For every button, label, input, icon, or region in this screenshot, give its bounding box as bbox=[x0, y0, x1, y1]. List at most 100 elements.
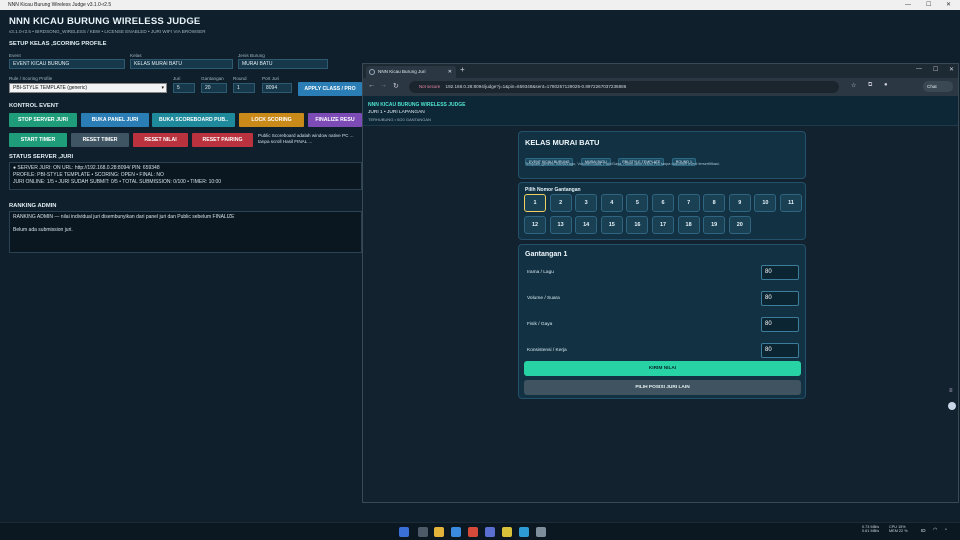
scoring-card: Gantangan 1 Irama / Lagu 80 Volume / Suara… bbox=[518, 244, 806, 399]
minimize-button[interactable]: — bbox=[905, 0, 911, 10]
round-input[interactable]: 1 bbox=[233, 83, 255, 93]
gantangan-number-18[interactable]: 18 bbox=[677, 216, 700, 234]
kontrol-heading: KONTROL EVENT bbox=[9, 103, 59, 109]
reset-timer-button[interactable]: RESET TIMER bbox=[71, 133, 129, 147]
lang-indicator[interactable]: ID bbox=[921, 528, 926, 533]
gantangan-number-3[interactable]: 3 bbox=[575, 194, 598, 212]
rule-select-value: PBI-STYLE TEMPLATE (generic) bbox=[13, 85, 88, 91]
gantangan-number-2[interactable]: 2 bbox=[549, 194, 572, 212]
chat-label: Chat bbox=[927, 84, 937, 89]
taskview-icon[interactable] bbox=[418, 527, 428, 537]
setup-heading: SETUP KELAS ,SCORING PROFILE bbox=[9, 41, 107, 47]
assistant-icon[interactable] bbox=[948, 402, 956, 410]
gantangan-number-6[interactable]: 6 bbox=[652, 194, 674, 212]
back-icon[interactable]: ← bbox=[368, 82, 375, 89]
profile-icon[interactable]: ● bbox=[884, 82, 888, 88]
store-icon[interactable] bbox=[485, 527, 495, 537]
status-line-server: ● SERVER JURI: ON URL: http://192.168.0.… bbox=[13, 165, 160, 171]
round-label: Round bbox=[233, 76, 247, 81]
reload-icon[interactable]: ↻ bbox=[393, 82, 399, 90]
rule-label: Rule / Scoring Profile bbox=[9, 76, 53, 81]
buka-scoreboard-button[interactable]: BUKA SCOREBOARD PUB.. bbox=[152, 113, 235, 127]
gantangan-number-14[interactable]: 14 bbox=[575, 216, 598, 234]
gantangan-number-15[interactable]: 15 bbox=[600, 216, 623, 234]
star-icon[interactable]: ☆ bbox=[851, 82, 856, 89]
url-text: 192.168.0.28:8094/judge?j=1&pin=659348&s… bbox=[445, 84, 627, 89]
chat-button[interactable]: Chat bbox=[923, 81, 953, 92]
event-label: Event bbox=[9, 53, 21, 58]
stop-server-button[interactable]: STOP SERVER JURI bbox=[9, 113, 77, 127]
buka-panel-juri-button[interactable]: BUKA PANEL JURI bbox=[81, 113, 149, 127]
not-secure-label: Not secure bbox=[419, 84, 441, 89]
settings-icon[interactable] bbox=[536, 527, 546, 537]
gantangan-number-4[interactable]: 4 bbox=[600, 194, 623, 212]
criteria-score-input[interactable]: 80 bbox=[761, 343, 799, 358]
criteria-score-input[interactable]: 80 bbox=[761, 291, 799, 306]
browser-minimize-button[interactable]: — bbox=[916, 66, 922, 72]
rule-select[interactable]: PBI-STYLE TEMPLATE (generic) ▾ bbox=[9, 83, 167, 93]
criteria-score-input[interactable]: 80 bbox=[761, 265, 799, 280]
ranking-empty: Belum ada submission juri. bbox=[13, 227, 73, 233]
criteria-label: Konsistensi / Kerja bbox=[527, 348, 567, 353]
notification-icon[interactable]: ◔ bbox=[944, 527, 947, 533]
browser-maximize-button[interactable]: ☐ bbox=[933, 66, 938, 73]
start-timer-button[interactable]: START TIMER bbox=[9, 133, 67, 147]
gantangan-label: Gantangan bbox=[201, 76, 224, 81]
gantangan-number-9[interactable]: 9 bbox=[728, 194, 751, 212]
apply-class-button[interactable]: APPLY CLASS / PRO bbox=[298, 82, 362, 96]
windows-start-icon[interactable] bbox=[399, 527, 409, 537]
browser-close-button[interactable]: ✕ bbox=[949, 66, 954, 73]
finalize-button[interactable]: FINALIZE RESU bbox=[308, 113, 362, 127]
chevron-down-icon: ▾ bbox=[161, 85, 164, 91]
kirim-nilai-button[interactable]: KIRIM NILAI bbox=[524, 361, 801, 376]
browser-tab[interactable]: NNN Kicau Burung Juri ✕ bbox=[366, 66, 456, 78]
status-line-profile: PROFILE: PBI-STYLE TEMPLATE • SCORING: O… bbox=[13, 172, 164, 178]
gantangan-input[interactable]: 20 bbox=[201, 83, 227, 93]
judge-sub-line: TERHUBUNG • 0/20 GANTANGAN bbox=[368, 117, 431, 122]
port-input[interactable]: 8094 bbox=[262, 83, 292, 93]
gantangan-number-13[interactable]: 13 bbox=[549, 216, 572, 234]
gantangan-number-19[interactable]: 19 bbox=[703, 216, 726, 234]
sys-stats: CPU 15% MEM 22 % bbox=[889, 525, 908, 533]
juri-input[interactable]: 5 bbox=[173, 83, 195, 93]
wifi-icon[interactable]: ◠ bbox=[933, 527, 937, 533]
browser-toolbar: ← → ↻ Not secure 192.168.0.28:8094/judge… bbox=[363, 78, 958, 96]
tab-close-icon[interactable]: ✕ bbox=[448, 66, 452, 78]
reset-nilai-button[interactable]: RESET NILAI bbox=[133, 133, 188, 147]
gantangan-number-1[interactable]: 1 bbox=[524, 194, 546, 212]
gantangan-number-7[interactable]: 7 bbox=[677, 194, 700, 212]
criteria-label: Volume / Suara bbox=[527, 296, 560, 301]
file-explorer-icon[interactable] bbox=[434, 527, 444, 537]
pilih-posisi-button[interactable]: PILIH POSISI JURI LAIN bbox=[524, 380, 801, 395]
close-button[interactable]: ✕ bbox=[946, 0, 951, 10]
gantangan-number-16[interactable]: 16 bbox=[626, 216, 649, 234]
chrome-icon[interactable] bbox=[468, 527, 478, 537]
gantangan-number-20[interactable]: 20 bbox=[728, 216, 751, 234]
gantangan-number-11[interactable]: 11 bbox=[780, 194, 802, 212]
gantangan-number-17[interactable]: 17 bbox=[652, 216, 674, 234]
browser-tabbar: NNN Kicau Burung Juri ✕ + — ☐ ✕ bbox=[363, 64, 958, 78]
gantangan-number-8[interactable]: 8 bbox=[703, 194, 726, 212]
app-icon[interactable] bbox=[519, 527, 529, 537]
event-input[interactable]: EVENT KICAU BURUNG bbox=[9, 59, 125, 69]
new-tab-button[interactable]: + bbox=[460, 65, 465, 74]
python-icon[interactable] bbox=[502, 527, 512, 537]
address-bar[interactable]: Not secure 192.168.0.28:8094/judge?j=1&p… bbox=[409, 81, 839, 93]
template-note: Template generik: Irama/Lagu, Volume/Sua… bbox=[525, 162, 720, 166]
gantangan-number-10[interactable]: 10 bbox=[754, 194, 777, 212]
criteria-label: Fisik / Gaya bbox=[527, 322, 553, 327]
ranking-heading: RANKING ADMIN bbox=[9, 203, 57, 209]
criteria-score-input[interactable]: 80 bbox=[761, 317, 799, 332]
lock-scoring-button[interactable]: LOCK SCORING bbox=[239, 113, 304, 127]
extensions-icon[interactable]: ⧉ bbox=[868, 82, 872, 89]
forward-icon[interactable]: → bbox=[380, 82, 387, 89]
jenis-input[interactable]: MURAI BATU bbox=[238, 59, 328, 69]
edge-icon[interactable] bbox=[451, 527, 461, 537]
kelas-input[interactable]: KELAS MURAI BATU bbox=[130, 59, 233, 69]
kelas-label: Kelas bbox=[130, 53, 142, 58]
reset-pairing-button[interactable]: RESET PAIRING bbox=[192, 133, 253, 147]
gantangan-number-12[interactable]: 12 bbox=[524, 216, 546, 234]
maximize-button[interactable]: ☐ bbox=[926, 0, 931, 10]
sidebar-menu-icon[interactable]: ≡ bbox=[949, 388, 953, 394]
gantangan-number-5[interactable]: 5 bbox=[626, 194, 649, 212]
